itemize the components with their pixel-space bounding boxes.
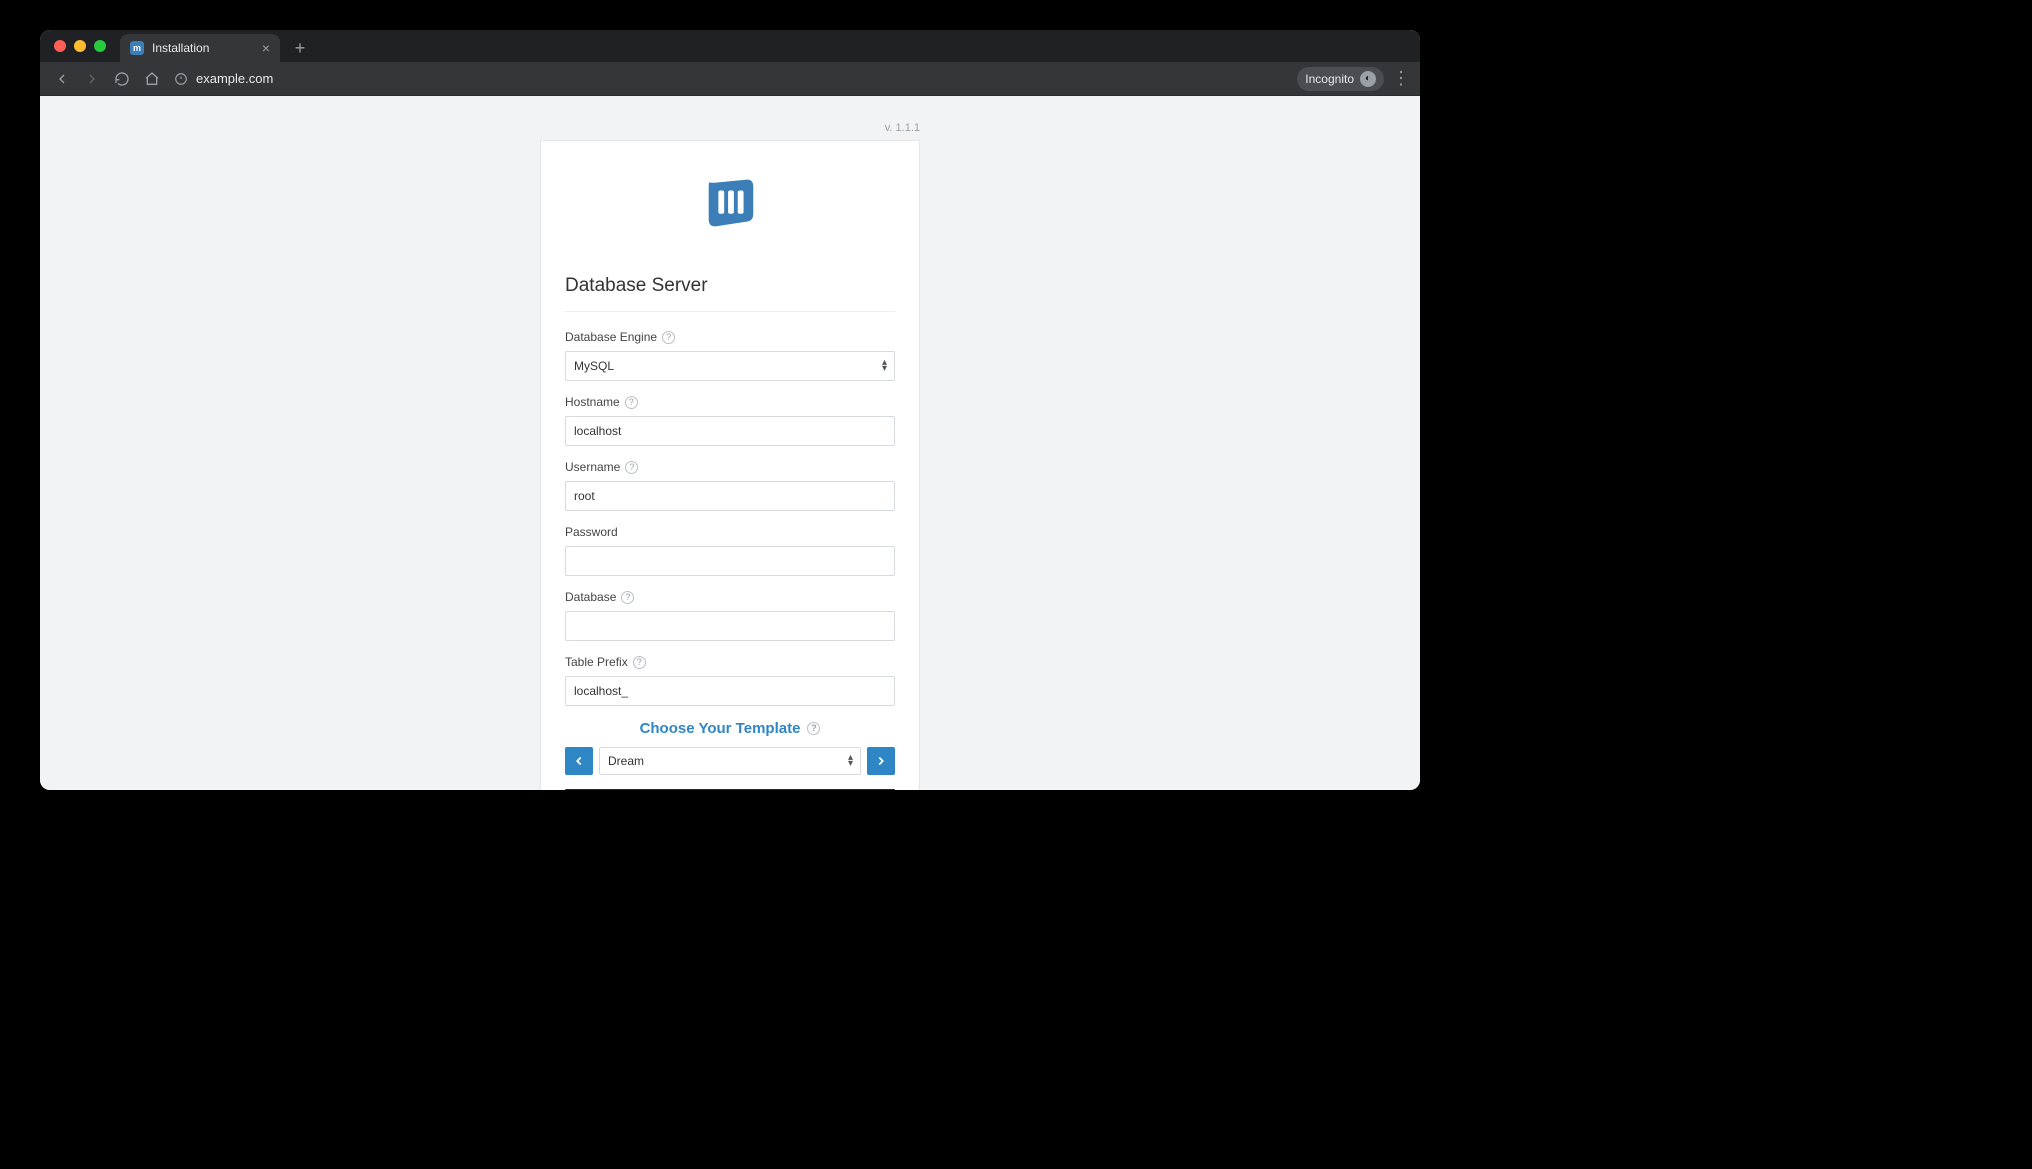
browser-window: m Installation × + example.com Incognito… (40, 30, 1420, 790)
window-close-button[interactable] (54, 40, 66, 52)
field-database-engine: Database Engine ? MySQL ▴▾ (565, 330, 895, 381)
install-card: Database Server Database Engine ? MySQL … (540, 140, 920, 790)
label-database: Database (565, 590, 616, 604)
tab-favicon: m (130, 41, 144, 55)
template-preview: Dream HOME BLOG SHOP SERVICES ABOUT PORT… (565, 789, 895, 790)
new-tab-button[interactable]: + (288, 36, 312, 60)
hostname-input[interactable] (565, 416, 895, 446)
field-username: Username ? (565, 460, 895, 511)
template-select[interactable]: Dream (599, 747, 861, 775)
incognito-icon: ◐ (1360, 71, 1376, 87)
address-bar[interactable]: example.com (174, 71, 273, 86)
nav-forward-button[interactable] (80, 67, 104, 91)
window-controls (50, 30, 114, 62)
label-table-prefix: Table Prefix (565, 655, 628, 669)
help-icon[interactable]: ? (807, 722, 820, 735)
nav-home-button[interactable] (140, 67, 164, 91)
app-logo (565, 173, 895, 235)
template-chooser: Dream ▴▾ (565, 747, 895, 775)
help-icon[interactable]: ? (621, 591, 634, 604)
window-minimize-button[interactable] (74, 40, 86, 52)
help-icon[interactable]: ? (625, 396, 638, 409)
database-input[interactable] (565, 611, 895, 641)
label-password: Password (565, 525, 618, 539)
nav-reload-button[interactable] (110, 67, 134, 91)
help-icon[interactable]: ? (633, 656, 646, 669)
template-heading: Choose Your Template ? (565, 720, 895, 737)
label-hostname: Hostname (565, 395, 620, 409)
panel-separator (565, 311, 895, 312)
version-label: v. 1.1.1 (540, 122, 920, 134)
site-info-icon[interactable] (174, 72, 188, 86)
incognito-indicator[interactable]: Incognito ◐ (1297, 67, 1384, 91)
field-database: Database ? (565, 590, 895, 641)
label-username: Username (565, 460, 620, 474)
tab-title: Installation (152, 41, 209, 55)
database-engine-select[interactable]: MySQL (565, 351, 895, 381)
username-input[interactable] (565, 481, 895, 511)
label-database-engine: Database Engine (565, 330, 657, 344)
panel-title: Database Server (565, 275, 895, 297)
address-bar-url: example.com (196, 71, 273, 86)
tab-close-icon[interactable]: × (262, 40, 270, 56)
table-prefix-input[interactable] (565, 676, 895, 706)
browser-tab[interactable]: m Installation × (120, 34, 280, 62)
chrome-tab-strip: m Installation × + (40, 30, 1420, 62)
chrome-toolbar: example.com Incognito ◐ ⋮ (40, 62, 1420, 96)
help-icon[interactable]: ? (662, 331, 675, 344)
template-next-button[interactable] (867, 747, 895, 775)
window-zoom-button[interactable] (94, 40, 106, 52)
help-icon[interactable]: ? (625, 461, 638, 474)
chrome-menu-button[interactable]: ⋮ (1392, 68, 1410, 89)
field-password: Password (565, 525, 895, 576)
template-prev-button[interactable] (565, 747, 593, 775)
incognito-label: Incognito (1305, 72, 1354, 86)
nav-back-button[interactable] (50, 67, 74, 91)
password-input[interactable] (565, 546, 895, 576)
page-viewport[interactable]: v. 1.1.1 Database Server Database Engine (40, 96, 1420, 790)
field-table-prefix: Table Prefix ? (565, 655, 895, 706)
field-hostname: Hostname ? (565, 395, 895, 446)
